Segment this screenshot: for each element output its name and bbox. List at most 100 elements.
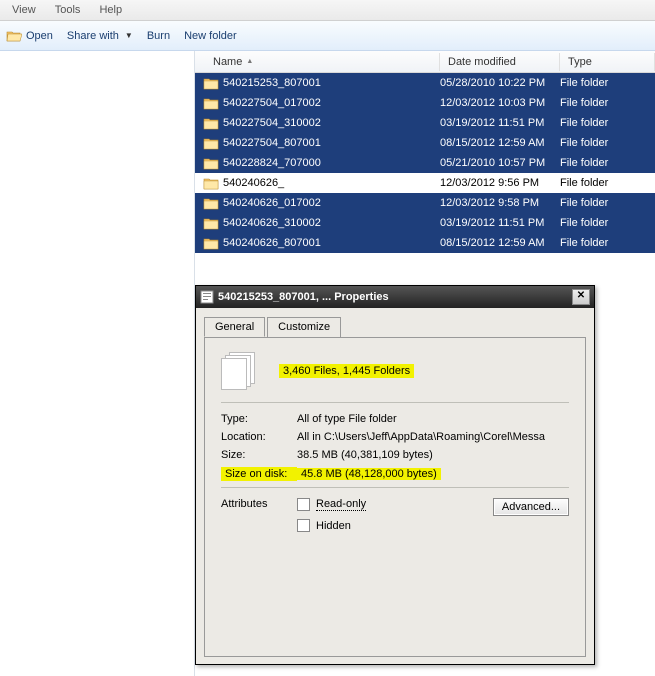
column-type[interactable]: Type [560,53,655,71]
file-type: File folder [560,117,655,129]
table-row[interactable]: 540228824_70700005/21/2010 10:57 PMFile … [195,153,655,173]
file-date: 08/15/2012 12:59 AM [440,237,560,249]
file-name: 540227504_310002 [223,117,440,129]
file-type: File folder [560,177,655,189]
hidden-check[interactable]: Hidden [297,519,493,532]
share-with-button[interactable]: Share with ▼ [67,30,133,42]
advanced-button[interactable]: Advanced... [493,498,569,516]
row-type: Type: All of type File folder [221,413,569,425]
file-name: 540215253_807001 [223,77,440,89]
file-date: 03/19/2012 11:51 PM [440,117,560,129]
readonly-check[interactable]: Read-only [297,498,493,511]
readonly-label: Read-only [316,498,366,511]
summary-row: 3,460 Files, 1,445 Folders [221,352,569,390]
row-size: Size: 38.5 MB (40,381,109 bytes) [221,449,569,461]
file-name: 540240626_310002 [223,217,440,229]
checkbox-icon [297,519,310,532]
type-label: Type: [221,413,297,425]
hidden-label: Hidden [316,520,351,532]
file-type: File folder [560,237,655,249]
size-value: 38.5 MB (40,381,109 bytes) [297,449,569,461]
file-date: 12/03/2012 9:58 PM [440,197,560,209]
burn-button[interactable]: Burn [147,30,170,42]
type-value: All of type File folder [297,413,569,425]
size-on-disk-label: Size on disk: [221,467,297,481]
file-type: File folder [560,157,655,169]
table-row[interactable]: 540227504_31000203/19/2012 11:51 PMFile … [195,113,655,133]
row-location: Location: All in C:\Users\Jeff\AppData\R… [221,431,569,443]
share-label: Share with [67,30,119,42]
checkbox-icon [297,498,310,511]
row-size-on-disk: Size on disk: 45.8 MB (48,128,000 bytes) [221,467,569,481]
table-row[interactable]: 540227504_80700108/15/2012 12:59 AMFile … [195,133,655,153]
properties-dialog: 540215253_807001, ... Properties ✕ Gener… [195,285,595,665]
navigation-pane[interactable] [0,51,195,676]
file-type: File folder [560,77,655,89]
new-folder-button[interactable]: New folder [184,30,237,42]
location-value: All in C:\Users\Jeff\AppData\Roaming\Cor… [297,431,569,443]
divider [221,402,569,403]
open-button[interactable]: Open [6,28,53,44]
attributes-row: Attributes Read-only Hidden Advanced... [221,498,569,540]
toolbar: Open Share with ▼ Burn New folder [0,21,655,51]
size-on-disk-value: 45.8 MB (48,128,000 bytes) [297,468,441,480]
file-name: 540240626_017002 [223,197,440,209]
table-row[interactable]: 540240626_01700212/03/2012 9:58 PMFile f… [195,193,655,213]
table-row[interactable]: 540240626_80700108/15/2012 12:59 AMFile … [195,233,655,253]
column-name[interactable]: Name ▲ [195,53,440,71]
tab-customize[interactable]: Customize [267,317,341,337]
open-folder-icon [6,28,22,44]
location-label: Location: [221,431,297,443]
dialog-body: General Customize 3,460 Files, 1,445 Fol… [196,308,594,665]
chevron-down-icon: ▼ [125,31,133,40]
table-row[interactable]: 540240626_12/03/2012 9:56 PMFile folder [195,173,655,193]
file-count-summary: 3,460 Files, 1,445 Folders [279,364,414,378]
folder-icon [203,176,219,190]
new-folder-label: New folder [184,30,237,42]
column-headers: Name ▲ Date modified Type [195,51,655,73]
folder-icon [203,116,219,130]
column-date[interactable]: Date modified [440,53,560,71]
menu-view[interactable]: View [4,2,44,18]
file-date: 03/19/2012 11:51 PM [440,217,560,229]
dialog-titlebar[interactable]: 540215253_807001, ... Properties ✕ [196,286,594,308]
file-name: 540240626_807001 [223,237,440,249]
file-date: 05/21/2010 10:57 PM [440,157,560,169]
folder-icon [203,76,219,90]
file-date: 05/28/2010 10:22 PM [440,77,560,89]
dialog-tabs: General Customize [204,317,586,338]
file-date: 08/15/2012 12:59 AM [440,137,560,149]
menu-tools[interactable]: Tools [47,2,89,18]
open-label: Open [26,30,53,42]
file-name: 540227504_017002 [223,97,440,109]
file-name: 540240626_ [223,177,440,189]
document-stack-icon [221,352,259,390]
table-row[interactable]: 540227504_01700212/03/2012 10:03 PMFile … [195,93,655,113]
tab-general[interactable]: General [204,317,265,337]
file-name: 540227504_807001 [223,137,440,149]
tab-panel-general: 3,460 Files, 1,445 Folders Type: All of … [204,337,586,657]
file-date: 12/03/2012 10:03 PM [440,97,560,109]
file-type: File folder [560,137,655,149]
table-row[interactable]: 540215253_80700105/28/2010 10:22 PMFile … [195,73,655,93]
close-button[interactable]: ✕ [572,289,590,305]
file-date: 12/03/2012 9:56 PM [440,177,560,189]
attribute-checks: Read-only Hidden [297,498,493,540]
column-name-label: Name [213,56,242,68]
dialog-title: 540215253_807001, ... Properties [218,291,572,303]
folder-icon [203,216,219,230]
burn-label: Burn [147,30,170,42]
file-type: File folder [560,217,655,229]
file-list[interactable]: 540215253_80700105/28/2010 10:22 PMFile … [195,73,655,253]
folder-icon [203,196,219,210]
folder-icon [203,156,219,170]
file-name: 540228824_707000 [223,157,440,169]
folder-icon [203,136,219,150]
folder-icon [203,96,219,110]
file-type: File folder [560,97,655,109]
sort-asc-icon: ▲ [246,58,253,65]
menu-help[interactable]: Help [91,2,130,18]
size-label: Size: [221,449,297,461]
divider [221,487,569,488]
table-row[interactable]: 540240626_31000203/19/2012 11:51 PMFile … [195,213,655,233]
